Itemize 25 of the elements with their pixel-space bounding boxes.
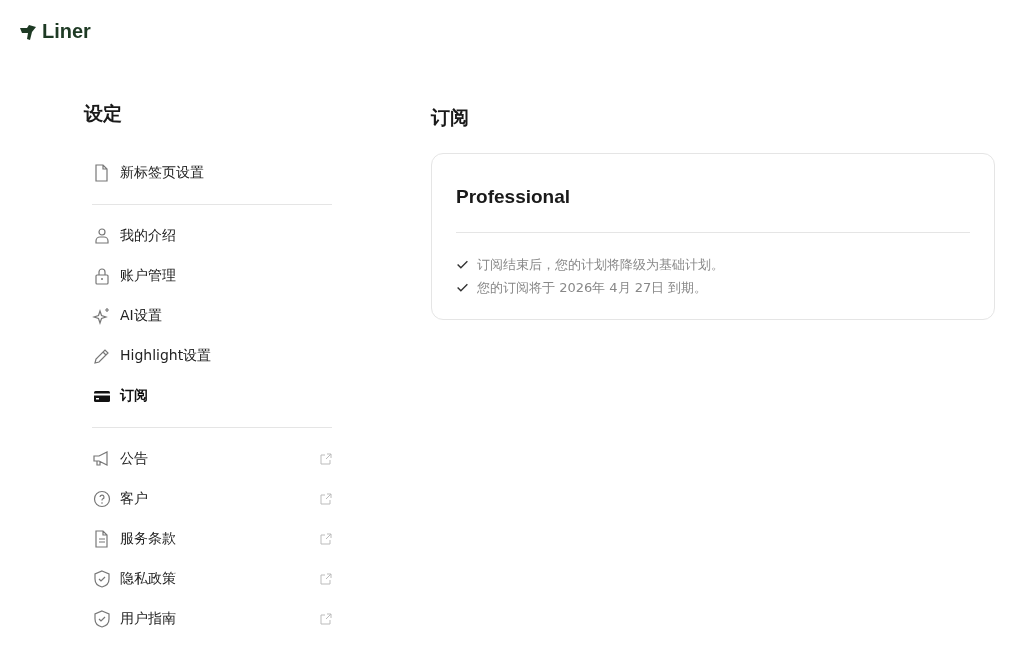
shield-icon — [92, 569, 112, 589]
sidebar-item[interactable]: 客户 — [92, 479, 332, 519]
page-title: 订阅 — [431, 105, 470, 130]
plan-name: Professional — [456, 186, 572, 208]
sidebar-item[interactable]: 新标签页设置 — [92, 153, 332, 193]
check-icon — [456, 281, 469, 294]
sidebar-item[interactable]: 我的介绍 — [92, 216, 332, 256]
sidebar-item[interactable]: 用户指南 — [92, 599, 332, 639]
sidebar-item[interactable]: Highlight设置 — [92, 336, 332, 376]
sparkle-icon — [92, 306, 112, 326]
shield-icon — [92, 609, 112, 629]
sidebar-item[interactable]: 订阅 — [92, 376, 332, 416]
plan-note: 订阅结束后，您的计划将降级为基础计划。 — [477, 255, 724, 274]
check-icon — [456, 258, 469, 271]
sidebar-item[interactable]: AI设置 — [92, 296, 332, 336]
lock-icon — [92, 266, 112, 286]
logo-text: Liner — [42, 20, 91, 43]
plan-note: 您的订阅将于 2026年 4月 27日 到期。 — [477, 278, 708, 297]
help-icon — [92, 489, 112, 509]
person-icon — [92, 226, 112, 246]
sidebar-item[interactable]: 公告 — [92, 439, 332, 479]
sidebar-title: 设定 — [84, 101, 123, 126]
sidebar-item[interactable]: 隐私政策 — [92, 559, 332, 599]
sidebar-item[interactable]: 服务条款 — [92, 519, 332, 559]
sidebar-item[interactable]: 账户管理 — [92, 256, 332, 296]
